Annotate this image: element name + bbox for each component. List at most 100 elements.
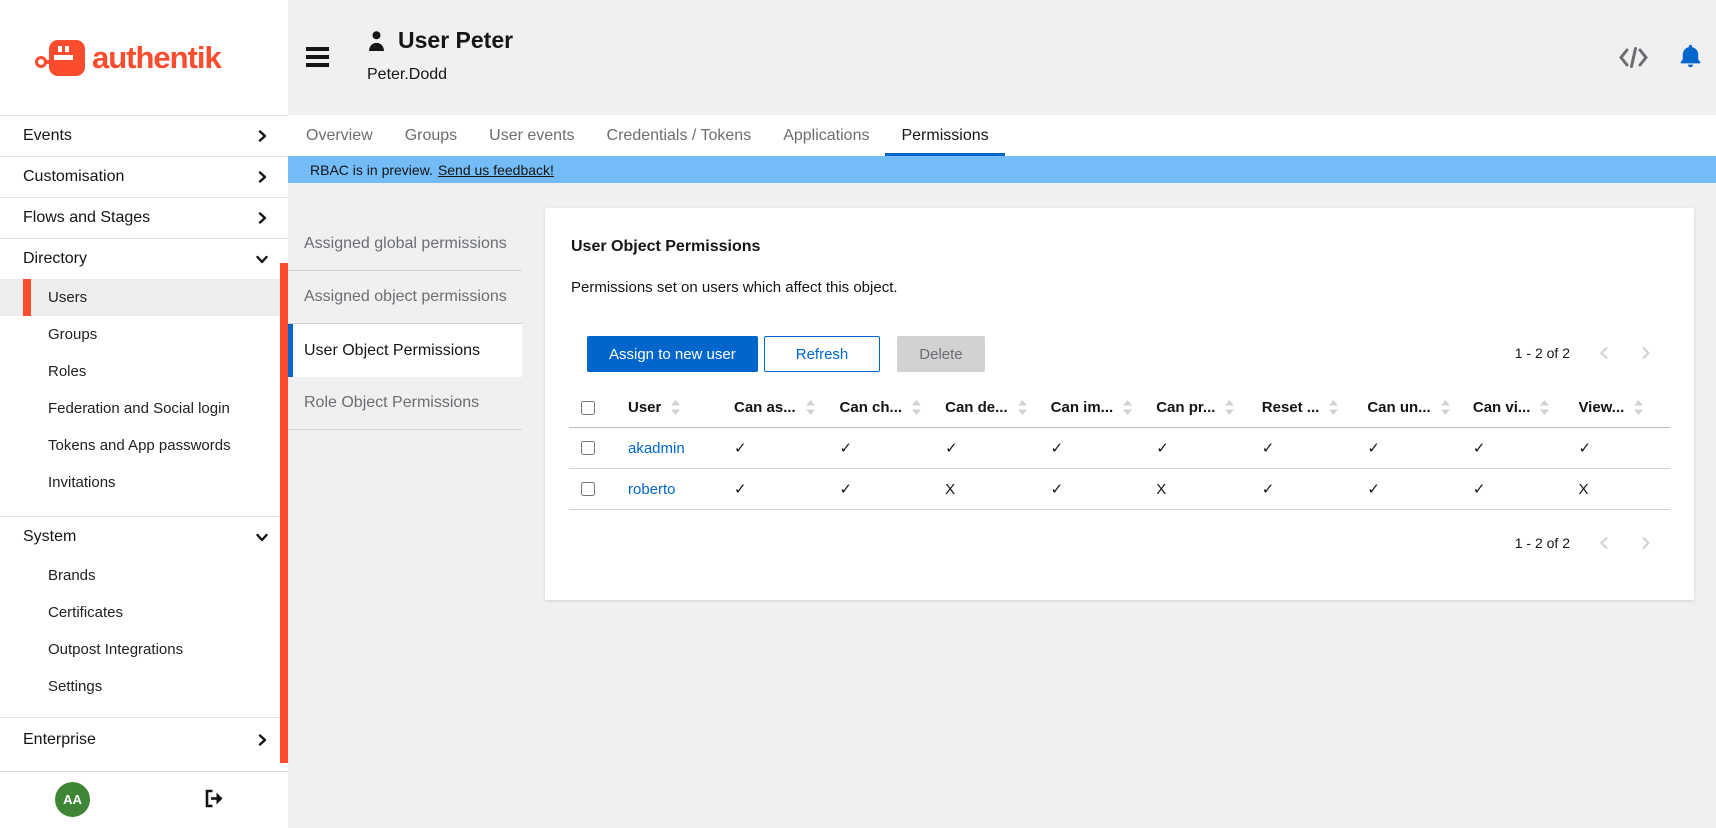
user-link[interactable]: akadmin xyxy=(628,440,685,457)
sidebar-item-customisation[interactable]: Customisation xyxy=(0,157,288,197)
sidebar-item-flows-and-stages[interactable]: Flows and Stages xyxy=(0,198,288,238)
perm-value: X xyxy=(945,481,955,498)
chevron-right-icon xyxy=(257,130,268,142)
sidebar-item-label: Users xyxy=(48,289,87,306)
perm-value: ✓ xyxy=(1578,439,1591,457)
sort-icon xyxy=(1634,400,1643,415)
sidebar-item-system[interactable]: System xyxy=(0,517,288,557)
tab-groups[interactable]: Groups xyxy=(389,115,473,156)
sidebar-item-tokens[interactable]: Tokens and App passwords xyxy=(0,427,288,464)
api-code-icon[interactable] xyxy=(1618,46,1649,74)
authentik-logo-icon xyxy=(34,35,90,81)
subtab-user-object-permissions[interactable]: User Object Permissions xyxy=(288,324,522,377)
sidebar-item-events[interactable]: Events xyxy=(0,116,288,156)
tab-applications[interactable]: Applications xyxy=(767,115,885,156)
sidebar-item-invitations[interactable]: Invitations xyxy=(0,464,288,501)
pagination-bottom: 1 - 2 of 2 xyxy=(1515,534,1654,552)
sort-icon xyxy=(1540,400,1549,415)
column-header-can-preview[interactable]: Can pr... xyxy=(1142,399,1248,416)
sidebar-item-directory[interactable]: Directory xyxy=(0,239,288,279)
tab-user-events[interactable]: User events xyxy=(473,115,590,156)
perm-value: ✓ xyxy=(945,439,958,457)
refresh-button[interactable]: Refresh xyxy=(764,336,881,372)
sidebar-item-roles[interactable]: Roles xyxy=(0,353,288,390)
sidebar-scrollbar[interactable] xyxy=(280,263,288,763)
nav-group-customisation: Customisation xyxy=(0,156,288,197)
tab-overview[interactable]: Overview xyxy=(290,115,389,156)
chevron-right-icon xyxy=(257,734,268,746)
brand-logo[interactable]: authentik xyxy=(0,0,288,115)
perm-value: X xyxy=(1578,481,1588,498)
rbac-preview-banner: RBAC is in preview. Send us feedback! xyxy=(288,156,1716,183)
perm-value: ✓ xyxy=(840,480,853,498)
pagination-next-button[interactable] xyxy=(1638,534,1654,552)
sidebar-item-enterprise[interactable]: Enterprise xyxy=(0,718,288,762)
subtab-assigned-global-permissions[interactable]: Assigned global permissions xyxy=(288,218,522,271)
sidebar-item-label: Certificates xyxy=(48,604,123,621)
sidebar-item-settings[interactable]: Settings xyxy=(0,668,288,705)
hamburger-menu-icon[interactable] xyxy=(306,47,329,67)
tab-label: User events xyxy=(489,127,574,145)
sidebar-item-label: Brands xyxy=(48,567,96,584)
masthead: User Peter Peter.Dodd xyxy=(288,0,1716,115)
sign-out-icon[interactable] xyxy=(204,789,225,813)
sidebar-item-label: Flows and Stages xyxy=(23,209,150,227)
subtab-label: Assigned global permissions xyxy=(304,235,507,253)
row-checkbox[interactable] xyxy=(581,441,595,455)
sidebar-item-brands[interactable]: Brands xyxy=(0,557,288,594)
subtab-label: Role Object Permissions xyxy=(304,394,479,412)
column-header-can-unassign[interactable]: Can un... xyxy=(1353,399,1459,416)
delete-button[interactable]: Delete xyxy=(897,336,984,372)
user-object-permissions-card: User Object Permissions Permissions set … xyxy=(545,208,1694,600)
row-checkbox[interactable] xyxy=(581,482,595,496)
sidebar-item-label: Settings xyxy=(48,678,102,695)
assign-to-new-user-button[interactable]: Assign to new user xyxy=(587,336,758,372)
sidebar-item-groups[interactable]: Groups xyxy=(0,316,288,353)
perm-value: ✓ xyxy=(1262,480,1275,498)
permissions-table: User Can as... Can ch... Can de... xyxy=(569,388,1670,510)
perm-value: ✓ xyxy=(734,480,747,498)
tab-permissions[interactable]: Permissions xyxy=(885,115,1004,156)
column-header-can-delete[interactable]: Can de... xyxy=(931,399,1037,416)
user-link[interactable]: roberto xyxy=(628,481,676,498)
perm-value: ✓ xyxy=(1262,439,1275,457)
nav-group-enterprise: Enterprise xyxy=(0,717,288,762)
tab-credentials-tokens[interactable]: Credentials / Tokens xyxy=(591,115,768,156)
perm-value: ✓ xyxy=(1051,439,1064,457)
card-description: Permissions set on users which affect th… xyxy=(571,279,898,296)
table-header-row: User Can as... Can ch... Can de... xyxy=(569,388,1670,428)
column-header-reset[interactable]: Reset ... xyxy=(1248,399,1354,416)
tab-label: Overview xyxy=(306,127,373,145)
page-title: User Peter xyxy=(398,27,513,54)
nav-group-directory: Directory Users Groups Roles Federation … xyxy=(0,238,288,501)
user-icon xyxy=(366,29,387,57)
sidebar-item-outpost-integrations[interactable]: Outpost Integrations xyxy=(0,631,288,668)
chevron-down-icon xyxy=(256,532,268,543)
column-header-can-assign[interactable]: Can as... xyxy=(720,399,826,416)
column-header-can-impersonate[interactable]: Can im... xyxy=(1037,399,1143,416)
column-header-can-view[interactable]: Can vi... xyxy=(1459,399,1565,416)
avatar[interactable]: AA xyxy=(55,782,90,817)
sidebar-item-users[interactable]: Users xyxy=(0,279,288,316)
subtab-role-object-permissions[interactable]: Role Object Permissions xyxy=(288,377,522,430)
column-header-can-change[interactable]: Can ch... xyxy=(826,399,932,416)
sort-icon xyxy=(1441,400,1450,415)
pagination-label: 1 - 2 of 2 xyxy=(1515,345,1570,361)
notifications-bell-icon[interactable] xyxy=(1679,43,1702,74)
select-all-checkbox[interactable] xyxy=(581,401,595,415)
sidebar-item-certificates[interactable]: Certificates xyxy=(0,594,288,631)
feedback-link[interactable]: Send us feedback! xyxy=(438,162,554,178)
pagination-next-button[interactable] xyxy=(1638,344,1654,362)
sidebar-item-label: Groups xyxy=(48,326,97,343)
table-row: akadmin ✓ ✓ ✓ ✓ ✓ ✓ ✓ ✓ ✓ xyxy=(569,428,1670,469)
column-header-user[interactable]: User xyxy=(614,399,720,416)
subtab-assigned-object-permissions[interactable]: Assigned object permissions xyxy=(288,271,522,324)
sidebar-item-federation[interactable]: Federation and Social login xyxy=(0,390,288,427)
column-header-view[interactable]: View... xyxy=(1564,399,1670,416)
sidebar-item-label: Federation and Social login xyxy=(48,400,230,417)
pagination-prev-button[interactable] xyxy=(1596,534,1612,552)
pagination-prev-button[interactable] xyxy=(1596,344,1612,362)
perm-value: ✓ xyxy=(840,439,853,457)
pagination-label: 1 - 2 of 2 xyxy=(1515,535,1570,551)
nav-group-system: System Brands Certificates Outpost Integ… xyxy=(0,516,288,705)
